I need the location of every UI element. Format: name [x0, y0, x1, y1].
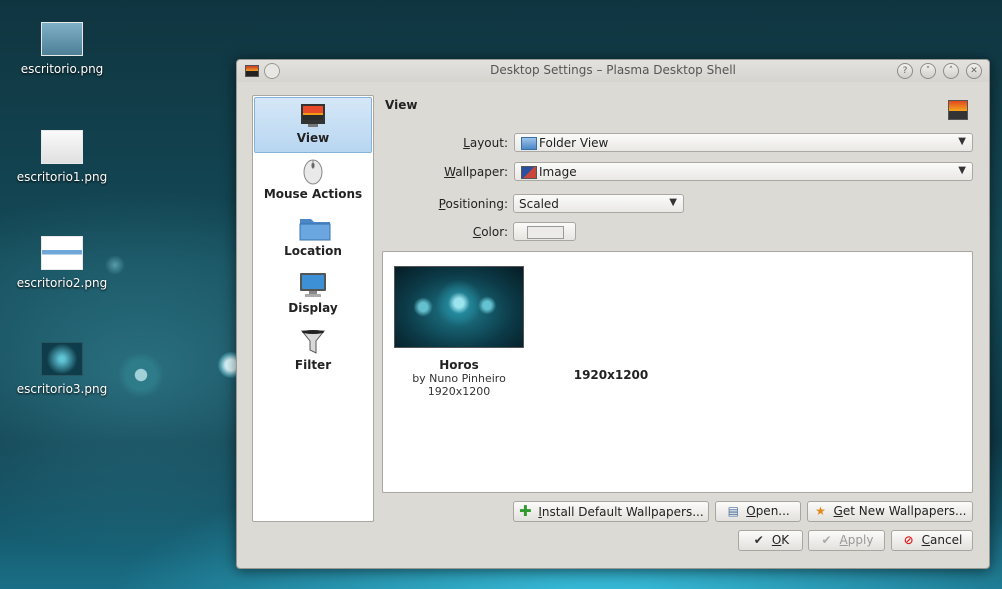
positioning-value: Scaled: [519, 197, 559, 211]
checkmark-icon: ✔: [753, 533, 764, 547]
wallpaper-author: by Nuno Pinheiro: [412, 372, 506, 385]
layout-value: Folder View: [539, 136, 609, 150]
star-icon: ★: [815, 504, 826, 518]
view-icon: [299, 101, 327, 129]
image-thumbnail-icon: [41, 22, 83, 56]
desktop-icon-escritorio1[interactable]: escritorio1.png: [12, 130, 112, 184]
sidebar-item-label: Mouse Actions: [263, 187, 363, 201]
minimize-button[interactable]: ˅: [920, 63, 936, 79]
desktop-icon-label: escritorio.png: [20, 62, 104, 76]
document-icon: ▤: [727, 504, 739, 518]
image-icon: [521, 166, 537, 179]
open-button[interactable]: ▤ Open...: [715, 501, 801, 522]
maximize-button[interactable]: ˄: [943, 63, 959, 79]
wallpaper-item-custom[interactable]: 1920x1200: [545, 358, 677, 382]
title-bar[interactable]: Desktop Settings – Plasma Desktop Shell …: [237, 60, 989, 82]
sidebar-item-label: View: [296, 131, 330, 145]
desktop-icon-label: escritorio2.png: [16, 276, 108, 290]
layout-combobox[interactable]: Folder View ▼: [514, 133, 973, 152]
monitor-icon: [299, 271, 327, 299]
desktop-icon-escritorio[interactable]: escritorio.png: [12, 22, 112, 76]
sidebar-item-view[interactable]: View: [254, 97, 372, 153]
sidebar-item-label: Filter: [294, 358, 332, 372]
desktop-orb-decoration: [118, 352, 164, 398]
funnel-icon: [299, 328, 327, 356]
mouse-icon: [299, 157, 327, 185]
image-thumbnail-icon: [41, 130, 83, 164]
sidebar-item-location[interactable]: Location: [254, 211, 372, 267]
positioning-label: Positioning:: [438, 197, 508, 211]
desktop-icon-label: escritorio3.png: [16, 382, 108, 396]
sidebar-item-mouse-actions[interactable]: Mouse Actions: [254, 154, 372, 210]
wallpaper-combobox[interactable]: Image ▼: [514, 162, 973, 181]
wallpaper-value: Image: [539, 165, 577, 179]
image-thumbnail-icon: [41, 236, 83, 270]
folder-icon: [521, 137, 537, 150]
window-title: Desktop Settings – Plasma Desktop Shell: [490, 63, 736, 77]
sidebar-item-display[interactable]: Display: [254, 268, 372, 324]
checkmark-icon: ✔: [821, 533, 832, 547]
wallpaper-item-horos[interactable]: Horos by Nuno Pinheiro 1920x1200: [393, 266, 525, 398]
view-icon: [948, 100, 968, 120]
wallpaper-resolution: 1920x1200: [427, 385, 491, 398]
chevron-down-icon: ▼: [669, 197, 677, 208]
wallpaper-thumbnail: [394, 266, 524, 348]
desktop-icon-escritorio3[interactable]: escritorio3.png: [12, 342, 112, 396]
wallpaper-name: Horos: [439, 358, 479, 372]
desktop-settings-dialog: Desktop Settings – Plasma Desktop Shell …: [236, 59, 990, 569]
folder-icon: [299, 214, 331, 242]
sidebar-item-label: Location: [284, 244, 342, 258]
chevron-down-icon: ▼: [958, 165, 966, 176]
positioning-combobox[interactable]: Scaled ▼: [513, 194, 684, 213]
cancel-button[interactable]: ⊘ Cancel: [891, 530, 973, 551]
wallpaper-label: Wallpaper:: [444, 165, 508, 179]
page-title: View: [385, 98, 418, 112]
get-new-wallpapers-button[interactable]: ★ Get New Wallpapers...: [807, 501, 973, 522]
wallpaper-name: 1920x1200: [573, 368, 649, 382]
apply-button[interactable]: ✔ Apply: [808, 530, 885, 551]
install-default-wallpapers-button[interactable]: ✚ Install Default Wallpapers...: [513, 501, 709, 522]
help-button[interactable]: ?: [897, 63, 913, 79]
cancel-icon: ⊘: [903, 533, 914, 547]
desktop-icon-escritorio2[interactable]: escritorio2.png: [12, 236, 112, 290]
settings-sidebar: View Mouse Actions Location Display Filt…: [252, 95, 374, 522]
image-thumbnail-icon: [41, 342, 83, 376]
sidebar-item-filter[interactable]: Filter: [254, 325, 372, 381]
color-picker-button[interactable]: [513, 222, 576, 241]
color-label: Color:: [472, 225, 508, 239]
wallpaper-list: Horos by Nuno Pinheiro 1920x1200 1920x12…: [382, 251, 973, 493]
color-swatch: [527, 226, 564, 239]
chevron-down-icon: ▼: [958, 136, 966, 147]
layout-label: Layout:: [463, 136, 508, 150]
ok-button[interactable]: ✔ OK: [738, 530, 803, 551]
close-button[interactable]: ✕: [966, 63, 982, 79]
desktop-icon-label: escritorio1.png: [16, 170, 108, 184]
plus-icon: ✚: [519, 502, 532, 520]
sidebar-item-label: Display: [288, 301, 338, 315]
